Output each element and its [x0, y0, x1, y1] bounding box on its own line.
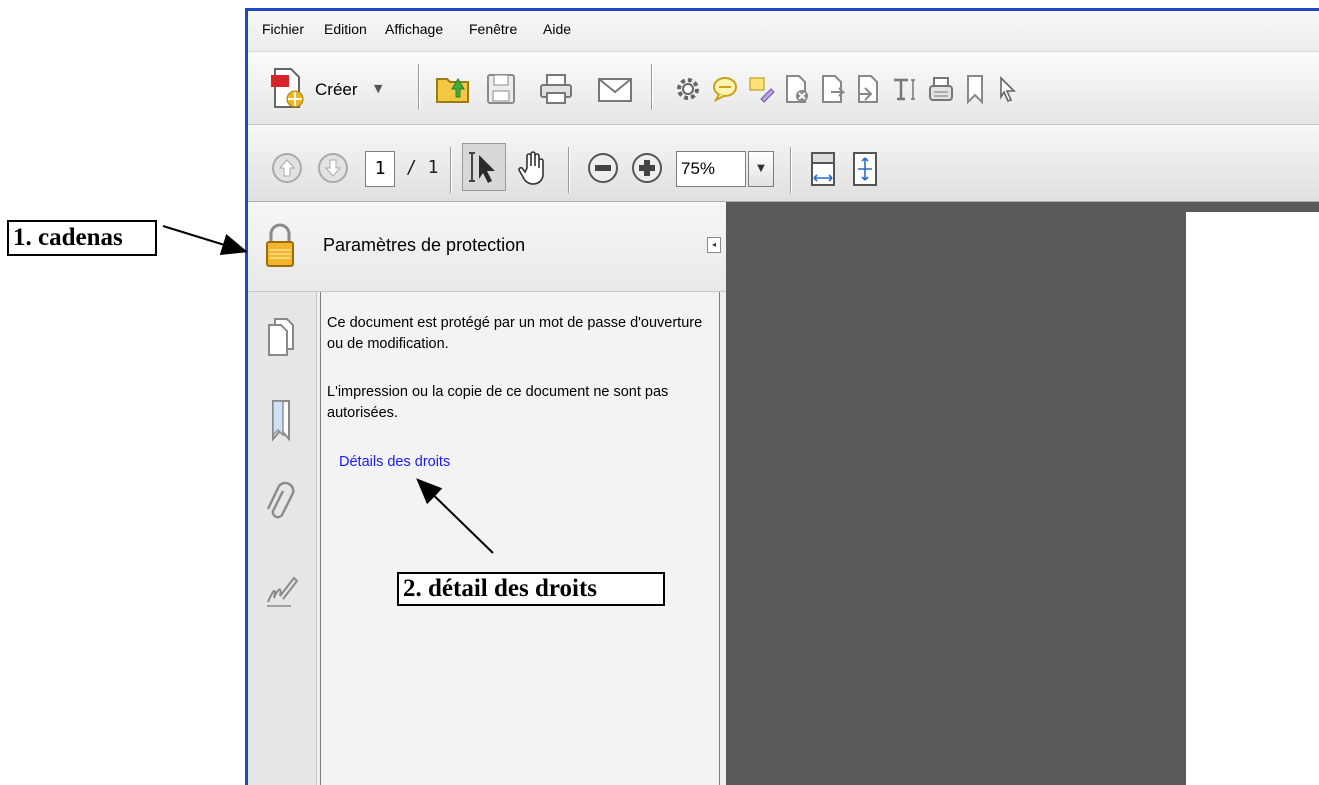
menu-edition[interactable]: Edition [324, 21, 367, 37]
menu-fichier[interactable]: Fichier [262, 21, 304, 37]
bookmark-icon[interactable] [960, 72, 990, 106]
toolbar-separator [568, 147, 570, 193]
panel-title: Paramètres de protection [323, 235, 526, 255]
panel-header: Paramètres de protection ◂ [248, 202, 726, 292]
extract-page-icon[interactable] [816, 72, 850, 106]
zoom-dropdown-icon[interactable]: ▼ [748, 151, 774, 187]
callout-lock: 1. cadenas [7, 220, 157, 256]
create-button-label[interactable]: Créer [315, 80, 358, 100]
text-tool-icon[interactable] [888, 72, 922, 106]
delete-page-icon[interactable] [780, 72, 814, 106]
menu-affichage[interactable]: Affichage [385, 21, 443, 37]
signatures-icon[interactable] [262, 568, 302, 616]
callout-rights: 2. détail des droits [397, 572, 665, 606]
pages-icon[interactable] [262, 312, 300, 362]
navigation-pane [248, 292, 317, 785]
highlight-icon[interactable] [744, 72, 778, 106]
menu-bar: Fichier Edition Affichage Fenêtre Aide [248, 11, 1319, 52]
toolbar-separator [651, 64, 653, 110]
fit-page-icon[interactable] [846, 147, 884, 191]
rights-details-link[interactable]: Détails des droits [339, 452, 450, 473]
protection-panel-content: Ce document est protégé par un mot de pa… [320, 292, 720, 785]
navigation-toolbar: 1 / 1 75% ▼ [248, 125, 1319, 202]
insert-page-icon[interactable] [852, 72, 886, 106]
menu-fenetre[interactable]: Fenêtre [469, 21, 517, 37]
zoom-in-icon[interactable] [628, 149, 666, 187]
arrow-to-lock [162, 225, 248, 256]
open-folder-icon[interactable] [432, 66, 474, 110]
zoom-out-icon[interactable] [584, 149, 622, 187]
bookmarks-icon[interactable] [262, 394, 300, 448]
save-icon[interactable] [482, 68, 520, 110]
comment-icon[interactable] [708, 72, 742, 106]
typewriter-icon[interactable] [924, 72, 958, 106]
attachments-icon[interactable] [262, 478, 300, 528]
protection-message: Ce document est protégé par un mot de pa… [327, 315, 703, 352]
page-number-input[interactable]: 1 [365, 151, 395, 187]
next-page-icon[interactable] [314, 149, 352, 187]
document-viewer[interactable] [726, 202, 1319, 785]
document-page [1186, 212, 1319, 785]
permission-message: L'impression ou la copie de ce document … [327, 384, 669, 421]
lock-icon[interactable] [260, 216, 300, 274]
toolbar-separator [418, 64, 420, 110]
gear-icon[interactable] [671, 72, 705, 106]
chevron-down-icon[interactable]: ▼ [374, 82, 382, 95]
toolbar-separator [790, 147, 792, 193]
select-tool-icon[interactable] [462, 143, 506, 191]
fit-width-icon[interactable] [804, 147, 842, 191]
print-icon[interactable] [536, 68, 576, 110]
hand-tool-icon[interactable] [512, 145, 554, 191]
collapse-panel-icon[interactable]: ◂ [707, 237, 721, 253]
previous-page-icon[interactable] [268, 149, 306, 187]
menu-aide[interactable]: Aide [543, 21, 571, 37]
main-toolbar: Créer ▼ [248, 52, 1319, 125]
page-total: / 1 [406, 157, 439, 178]
acrobat-window: Fichier Edition Affichage Fenêtre Aide C… [245, 8, 1319, 785]
create-pdf-icon[interactable] [265, 64, 309, 112]
toolbar-separator [450, 147, 452, 193]
email-icon[interactable] [594, 70, 636, 110]
select-arrow-icon[interactable] [992, 72, 1022, 106]
zoom-input[interactable]: 75% [676, 151, 746, 187]
